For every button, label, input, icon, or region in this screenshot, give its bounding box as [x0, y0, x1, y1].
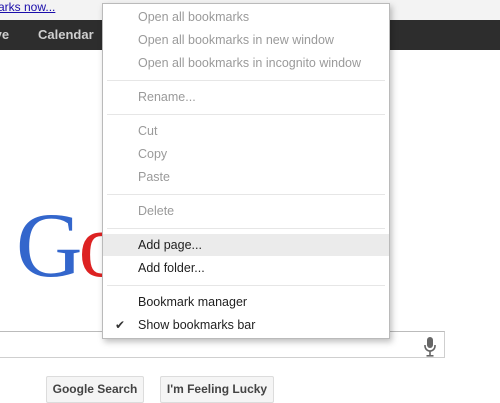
bookmarks-bar-link[interactable]: arks now... — [0, 0, 55, 14]
feeling-lucky-button[interactable]: I'm Feeling Lucky — [160, 376, 274, 403]
checkmark-icon: ✔ — [115, 318, 126, 332]
menu-separator — [107, 80, 385, 81]
nav-item-drive[interactable]: ive — [0, 27, 9, 42]
menu-separator — [107, 114, 385, 115]
google-search-button[interactable]: Google Search — [46, 376, 144, 403]
menu-item-delete[interactable]: Delete — [103, 200, 389, 222]
menu-separator — [107, 228, 385, 229]
menu-item-copy[interactable]: Copy — [103, 143, 389, 165]
menu-item-label: Show bookmarks bar — [138, 318, 256, 332]
menu-item-paste[interactable]: Paste — [103, 166, 389, 188]
logo-letter-g: G — [16, 200, 82, 290]
nav-item-calendar[interactable]: Calendar — [38, 27, 94, 42]
menu-item-open-all[interactable]: Open all bookmarks — [103, 6, 389, 28]
microphone-icon[interactable] — [423, 336, 437, 358]
menu-item-add-page[interactable]: Add page... — [103, 234, 389, 256]
menu-separator — [107, 285, 385, 286]
menu-separator — [107, 194, 385, 195]
menu-item-open-all-incognito[interactable]: Open all bookmarks in incognito window — [103, 52, 389, 74]
menu-item-bookmark-manager[interactable]: Bookmark manager — [103, 291, 389, 313]
menu-item-cut[interactable]: Cut — [103, 120, 389, 142]
menu-item-add-folder[interactable]: Add folder... — [103, 257, 389, 279]
menu-item-open-all-new-window[interactable]: Open all bookmarks in new window — [103, 29, 389, 51]
menu-item-show-bookmarks-bar[interactable]: ✔ Show bookmarks bar — [103, 314, 389, 336]
bookmarks-context-menu: Open all bookmarks Open all bookmarks in… — [102, 3, 390, 339]
menu-item-rename[interactable]: Rename... — [103, 86, 389, 108]
